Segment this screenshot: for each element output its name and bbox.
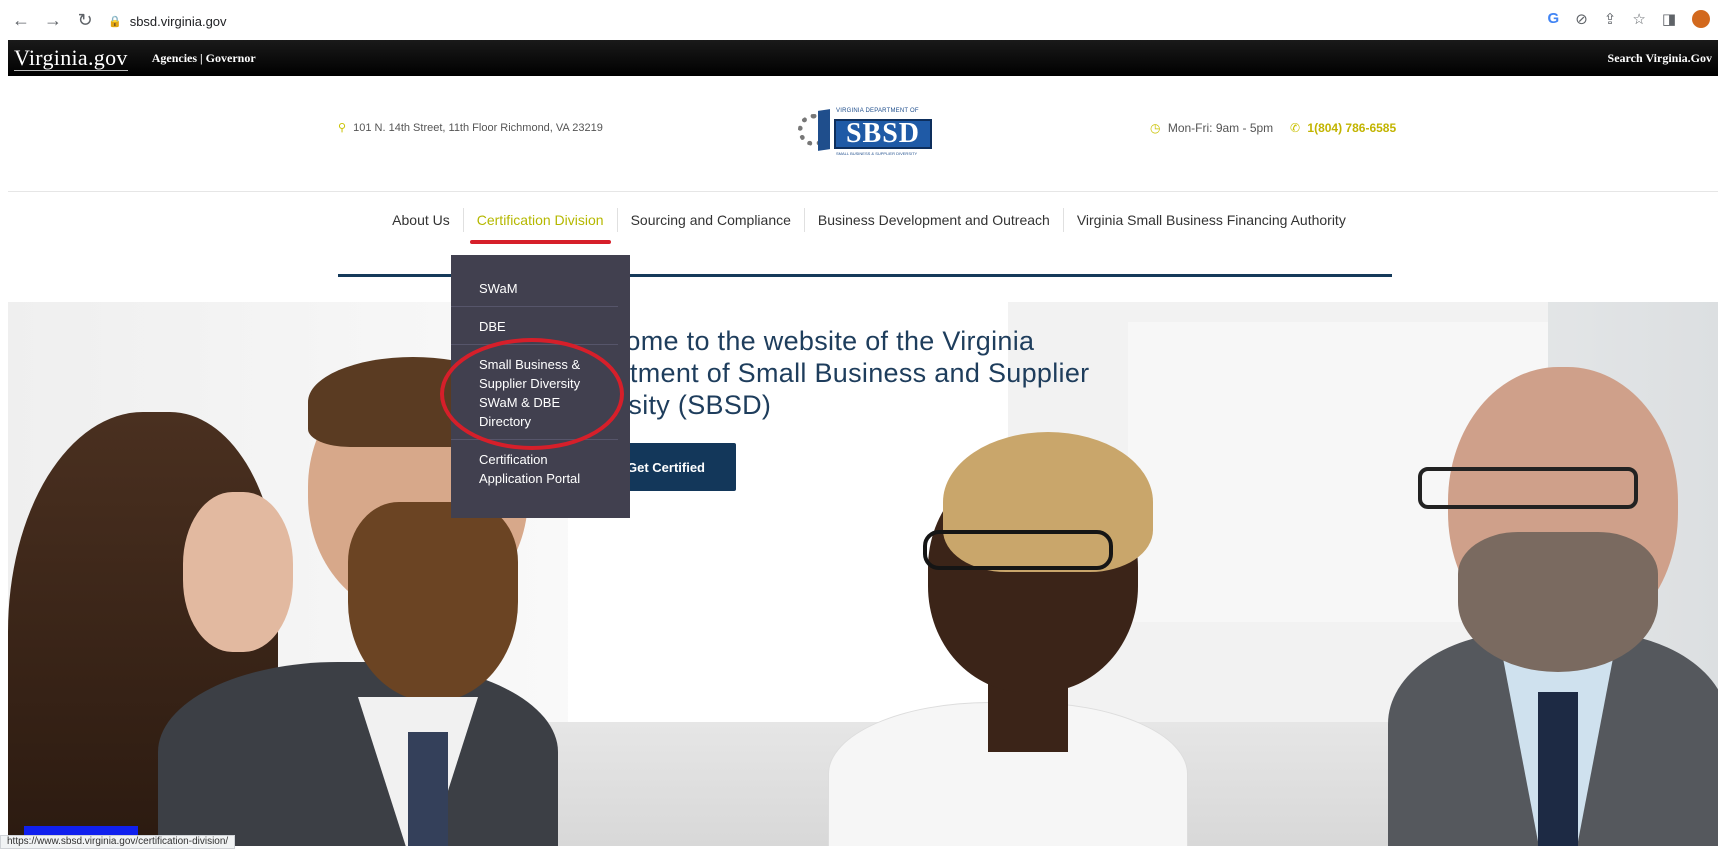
star-icon[interactable]: ☆ [1632,10,1645,28]
logo-top-text: VIRGINIA DEPARTMENT OF [836,108,919,114]
flag-shape [818,109,830,151]
person-2-suit [158,662,558,846]
back-arrow-icon[interactable]: ← [10,9,32,31]
profile-avatar[interactable] [1692,10,1710,28]
share-icon[interactable]: ⇪ [1604,10,1617,28]
virginia-gov-logo[interactable]: Virginia.gov [14,45,128,71]
phone-text: 1(804) 786-6585 [1307,121,1397,135]
office-hours: ◷ Mon-Fri: 9am - 5pm [1150,121,1273,135]
person-4-beard [1458,532,1658,672]
phone-icon: ✆ [1290,121,1301,135]
agencies-governor-links[interactable]: Agencies | Governor [152,51,256,66]
google-icon[interactable]: G [1548,10,1560,28]
person-4-glasses [1418,467,1638,509]
address-text: 101 N. 14th Street, 11th Floor Richmond,… [353,122,603,134]
address-bar[interactable]: 🔒 sbsd.virginia.gov [108,9,1528,33]
side-panel-icon[interactable]: ◨ [1662,10,1676,28]
person-2-beard [348,502,518,702]
red-circle-annotation [440,338,624,450]
hours-text: Mon-Fri: 9am - 5pm [1167,121,1274,135]
browser-toolbar: ← → ↻ 🔒 sbsd.virginia.gov G ⊘ ⇪ ☆ ◨ [0,0,1718,40]
clock-icon: ◷ [1150,121,1161,135]
person-4-tie [1538,692,1578,846]
person-3-neck [988,682,1068,752]
hero-welcome-heading: elcome to the website of the Virginia pa… [590,326,1090,420]
forward-arrow-icon[interactable]: → [42,9,64,31]
eye-off-icon[interactable]: ⊘ [1575,10,1588,28]
phone-number[interactable]: ✆ 1(804) 786-6585 [1290,121,1396,135]
sbsd-logo[interactable]: VIRGINIA DEPARTMENT OF SBSD SMALL BUSINE… [790,108,948,156]
address-bar-url: sbsd.virginia.gov [129,13,227,29]
nav-certification-division[interactable]: Certification Division [464,208,618,244]
lock-icon[interactable]: 🔒 [108,15,122,28]
nav-business-development[interactable]: Business Development and Outreach [805,208,1064,232]
logo-main-text: SBSD [834,119,932,149]
link-status-bar: https://www.sbsd.virginia.gov/certificat… [0,835,236,849]
search-virginia-gov-link[interactable]: Search Virginia.Gov [1608,51,1712,66]
logo-bottom-text: SMALL BUSINESS & SUPPLIER DIVERSITY [836,151,918,156]
address: ⚲ 101 N. 14th Street, 11th Floor Richmon… [338,121,603,134]
map-pin-icon: ⚲ [338,122,347,134]
site-header: ⚲ 101 N. 14th Street, 11th Floor Richmon… [8,76,1718,192]
person-3-glasses [923,530,1113,570]
nav-sourcing-and-compliance[interactable]: Sourcing and Compliance [618,208,805,232]
nav-vsbfa[interactable]: Virginia Small Business Financing Author… [1064,208,1359,232]
main-navigation: About Us Certification Division Sourcing… [0,208,1718,244]
reload-icon[interactable]: ↻ [74,9,96,31]
virginia-gov-bar: Virginia.gov Agencies | Governor Search … [8,40,1718,76]
nav-about-us[interactable]: About Us [379,208,464,232]
dropdown-item-swam[interactable]: SWaM [451,267,618,307]
person-2-tie [408,732,448,846]
person-1-face [183,492,293,652]
browser-actions: G ⊘ ⇪ ☆ ◨ [1548,10,1710,28]
